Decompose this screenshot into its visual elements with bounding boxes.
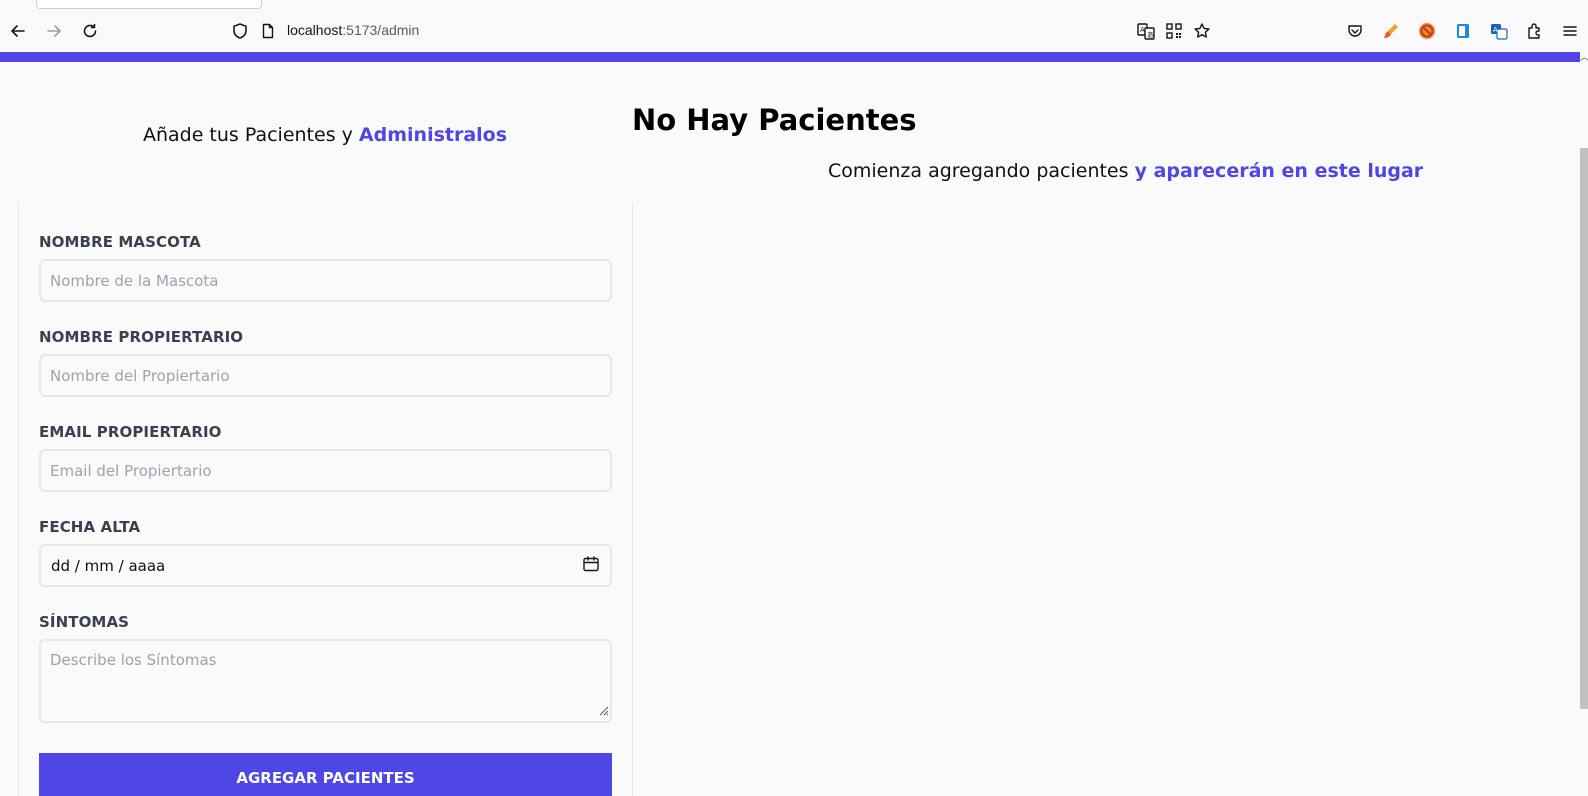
scroll-up-icon[interactable]: ︿ bbox=[1580, 52, 1588, 64]
owner-name-input[interactable] bbox=[39, 354, 612, 397]
date-input[interactable]: dd / mm / aaaa bbox=[39, 544, 612, 587]
scrollbar-thumb[interactable] bbox=[1580, 148, 1588, 709]
patient-form: NOMBRE MASCOTA NOMBRE PROPIERTARIO EMAIL… bbox=[18, 203, 633, 796]
page-icon bbox=[256, 19, 280, 43]
language-icon[interactable]: A bbox=[1487, 19, 1511, 43]
puzzle-icon[interactable] bbox=[1523, 19, 1547, 43]
symptoms-label: SÍNTOMAS bbox=[39, 613, 130, 631]
tab-stub bbox=[36, 0, 262, 9]
paint-brush-icon[interactable] bbox=[1379, 19, 1403, 43]
calendar-icon[interactable] bbox=[582, 555, 600, 577]
header-accent-bar bbox=[0, 52, 1580, 62]
no-patients-subtitle-text: Comienza agregando pacientes bbox=[828, 160, 1135, 182]
shield-icon[interactable] bbox=[228, 19, 252, 43]
date-input-text: dd / mm / aaaa bbox=[51, 556, 166, 575]
owner-email-input[interactable] bbox=[39, 449, 612, 492]
url-path: :5173/admin bbox=[342, 22, 420, 38]
arrow-right-icon[interactable] bbox=[42, 19, 66, 43]
owner-email-label: EMAIL PROPIERTARIO bbox=[39, 423, 222, 441]
pocket-icon[interactable] bbox=[1343, 19, 1367, 43]
hamburger-menu-icon[interactable] bbox=[1558, 19, 1582, 43]
pet-name-label: NOMBRE MASCOTA bbox=[39, 233, 201, 251]
no-patients-subtitle: Comienza agregando pacientes y aparecerá… bbox=[828, 160, 1423, 182]
symptoms-wrap bbox=[19, 639, 634, 723]
svg-text:A: A bbox=[1493, 26, 1498, 34]
arrow-left-icon[interactable] bbox=[6, 19, 30, 43]
date-label: FECHA ALTA bbox=[39, 518, 141, 536]
form-heading: Añade tus Pacientes y Administralos bbox=[18, 124, 632, 146]
resize-grip-icon[interactable] bbox=[597, 701, 609, 720]
block-icon[interactable] bbox=[1415, 19, 1439, 43]
translate-icon[interactable]: あA bbox=[1134, 19, 1158, 43]
form-heading-accent: Administralos bbox=[358, 124, 508, 146]
symptoms-textarea[interactable] bbox=[39, 639, 612, 723]
browser-toolbar: localhost:5173/admin あA A bbox=[0, 9, 1588, 52]
svg-text:あ: あ bbox=[1147, 31, 1154, 39]
url-host: localhost bbox=[287, 22, 343, 38]
no-patients-title: No Hay Pacientes bbox=[632, 103, 917, 137]
qr-code-icon[interactable] bbox=[1162, 19, 1186, 43]
add-patients-button[interactable]: AGREGAR PACIENTES bbox=[39, 753, 612, 796]
url-bar[interactable]: localhost:5173/admin bbox=[287, 22, 419, 38]
reload-icon[interactable] bbox=[78, 19, 102, 43]
svg-text:A: A bbox=[1140, 26, 1145, 34]
form-heading-text: Añade tus Pacientes y bbox=[142, 124, 359, 146]
star-icon[interactable] bbox=[1190, 19, 1214, 43]
no-patients-subtitle-accent: y aparecerán en este lugar bbox=[1134, 160, 1424, 182]
pet-name-input[interactable] bbox=[39, 259, 612, 302]
book-icon[interactable] bbox=[1451, 19, 1475, 43]
owner-name-label: NOMBRE PROPIERTARIO bbox=[39, 328, 244, 346]
